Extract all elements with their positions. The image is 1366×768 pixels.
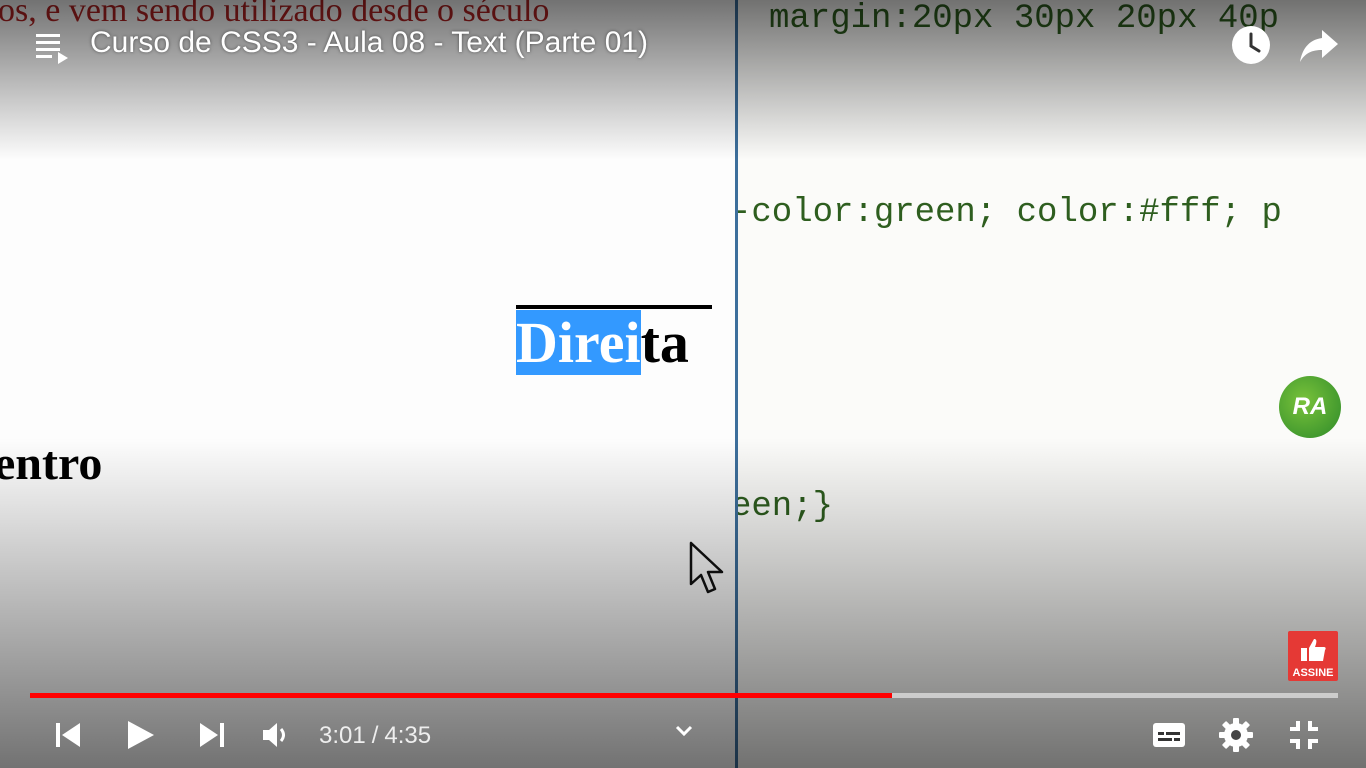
share-icon[interactable]	[1298, 26, 1340, 66]
code-line: -color:green; color:#fff; p	[737, 194, 1282, 232]
time-display: 3:01/4:35	[319, 722, 431, 750]
player-top-bar: Curso de CSS3 - Aula 08 - Text (Parte 01…	[0, 0, 1366, 90]
play-icon[interactable]	[122, 717, 158, 753]
video-code-pane: margin:20px 30px 20px 40p -color:green; …	[737, 0, 1366, 768]
playlist-icon[interactable]	[34, 28, 70, 64]
code-line: een;}	[737, 488, 834, 526]
subscribe-badge[interactable]: ASSINE	[1288, 631, 1338, 681]
unselected-text: ta	[640, 310, 689, 375]
progress-played	[30, 693, 892, 698]
video-browser-pane: os, e vem sendo utilizado desde o século…	[0, 0, 737, 768]
subtitles-icon[interactable]	[1151, 717, 1187, 753]
selected-text: Direi	[516, 310, 641, 375]
time-separator: /	[371, 722, 379, 749]
volume-icon[interactable]	[258, 717, 294, 753]
gear-icon[interactable]	[1218, 717, 1254, 753]
skip-previous-icon[interactable]	[50, 717, 86, 753]
video-title[interactable]: Curso de CSS3 - Aula 08 - Text (Parte 01…	[90, 26, 648, 60]
duration: 4:35	[384, 722, 432, 749]
subscribe-label: ASSINE	[1292, 667, 1334, 679]
progress-bar[interactable]	[30, 693, 1338, 698]
overline-decoration	[516, 305, 712, 309]
channel-logo[interactable]: RA	[1279, 376, 1341, 438]
centro-text: entro	[0, 437, 103, 490]
thumbs-up-icon	[1301, 639, 1326, 661]
current-time: 3:01	[319, 722, 366, 749]
pane-divider	[735, 0, 738, 768]
video-player[interactable]: os, e vem sendo utilizado desde o século…	[0, 0, 1366, 768]
exit-fullscreen-icon[interactable]	[1286, 717, 1322, 753]
chevron-down-icon[interactable]	[672, 719, 696, 743]
clock-icon[interactable]	[1230, 24, 1272, 66]
skip-next-icon[interactable]	[194, 717, 230, 753]
player-controls: 3:01/4:35	[0, 705, 1366, 768]
mouse-cursor-icon	[689, 541, 724, 594]
